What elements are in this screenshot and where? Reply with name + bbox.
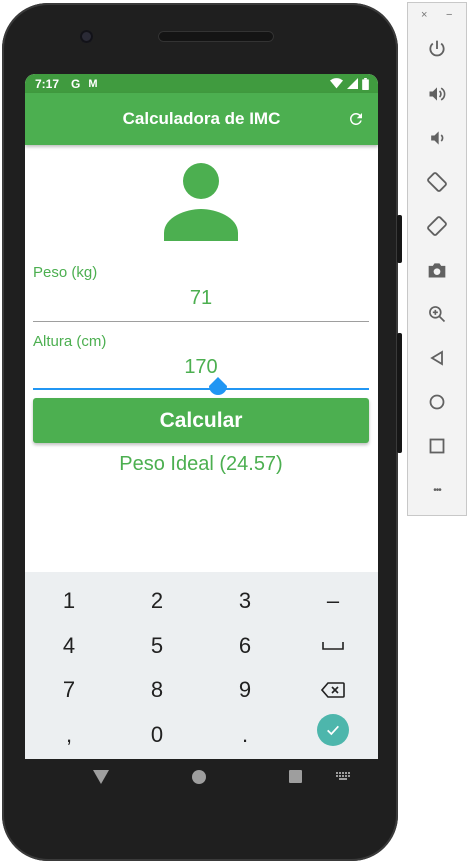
enter-check-icon: [317, 714, 349, 746]
toolbar-window-controls: × −: [408, 9, 466, 23]
battery-icon: [362, 77, 369, 90]
rotate-right-icon[interactable]: [425, 214, 449, 238]
close-icon[interactable]: ×: [421, 9, 427, 21]
volume-down-icon[interactable]: [425, 126, 449, 150]
status-bar: 7:17 G M: [25, 74, 378, 93]
overview-icon[interactable]: [425, 434, 449, 458]
key-backspace[interactable]: [298, 668, 368, 712]
recents-icon[interactable]: [289, 770, 302, 783]
key-3[interactable]: 3: [201, 579, 289, 623]
back-icon[interactable]: [93, 770, 109, 784]
key-6[interactable]: 6: [201, 624, 289, 668]
phone-frame: 7:17 G M Calculadora de IMC Peso (kg) 71…: [2, 3, 402, 861]
backspace-icon: [321, 682, 345, 698]
key-minus[interactable]: –: [298, 579, 368, 623]
key-8[interactable]: 8: [113, 668, 201, 712]
screen: 7:17 G M Calculadora de IMC Peso (kg) 71…: [25, 74, 378, 759]
stage: 7:17 G M Calculadora de IMC Peso (kg) 71…: [0, 0, 468, 864]
earpiece-speaker: [158, 31, 274, 42]
weight-input-underline: [33, 321, 369, 322]
zoom-icon[interactable]: [425, 302, 449, 326]
person-icon: [164, 163, 238, 241]
app-title: Calculadora de IMC: [122, 109, 281, 128]
height-input-underline: [33, 388, 369, 390]
home-icon[interactable]: [192, 770, 206, 784]
key-7[interactable]: 7: [25, 668, 113, 712]
front-camera: [80, 30, 93, 43]
signal-icon: [347, 78, 358, 89]
refresh-icon[interactable]: [346, 109, 366, 129]
key-4[interactable]: 4: [25, 624, 113, 668]
back-icon[interactable]: [425, 346, 449, 370]
key-space[interactable]: [298, 624, 368, 668]
text-cursor-handle[interactable]: [207, 377, 229, 399]
key-comma[interactable]: ,: [25, 713, 113, 757]
weight-label: Peso (kg): [33, 264, 98, 281]
key-0[interactable]: 0: [113, 713, 201, 757]
height-label: Altura (cm): [33, 333, 107, 350]
calculate-button[interactable]: Calcular: [33, 398, 369, 443]
key-9[interactable]: 9: [201, 668, 289, 712]
navigation-bar: [23, 756, 376, 798]
gmail-icon: M: [88, 77, 98, 90]
side-power-button: [397, 215, 402, 263]
key-5[interactable]: 5: [113, 624, 201, 668]
power-icon[interactable]: [425, 37, 449, 61]
more-icon[interactable]: •••: [425, 478, 449, 502]
space-icon: [322, 642, 344, 650]
app-bar: Calculadora de IMC: [25, 93, 378, 145]
google-g-icon: G: [71, 76, 81, 91]
status-right-icons: [330, 77, 369, 90]
side-volume-button: [397, 333, 402, 453]
rotate-left-icon[interactable]: [425, 170, 449, 194]
key-2[interactable]: 2: [113, 579, 201, 623]
result-text: Peso Ideal (24.57): [119, 453, 283, 475]
keyboard-switch-icon[interactable]: [336, 772, 351, 781]
emulator-toolbar: × − •••: [407, 2, 467, 516]
volume-up-icon[interactable]: [425, 82, 449, 106]
numeric-keyboard: 1 2 3 – 4 5 6 7 8 9 , 0 .: [25, 572, 378, 759]
key-1[interactable]: 1: [25, 579, 113, 623]
home-icon[interactable]: [425, 390, 449, 414]
weight-input[interactable]: 71: [33, 287, 369, 310]
height-input[interactable]: 170: [33, 356, 369, 379]
wifi-icon: [330, 78, 343, 89]
key-dot[interactable]: .: [201, 713, 289, 757]
minimize-icon[interactable]: −: [446, 9, 452, 21]
camera-icon[interactable]: [425, 258, 449, 282]
form-content: Peso (kg) 71 Altura (cm) 170 Calcular Pe…: [25, 145, 378, 643]
status-time: 7:17: [35, 76, 60, 91]
key-enter[interactable]: [298, 708, 368, 752]
